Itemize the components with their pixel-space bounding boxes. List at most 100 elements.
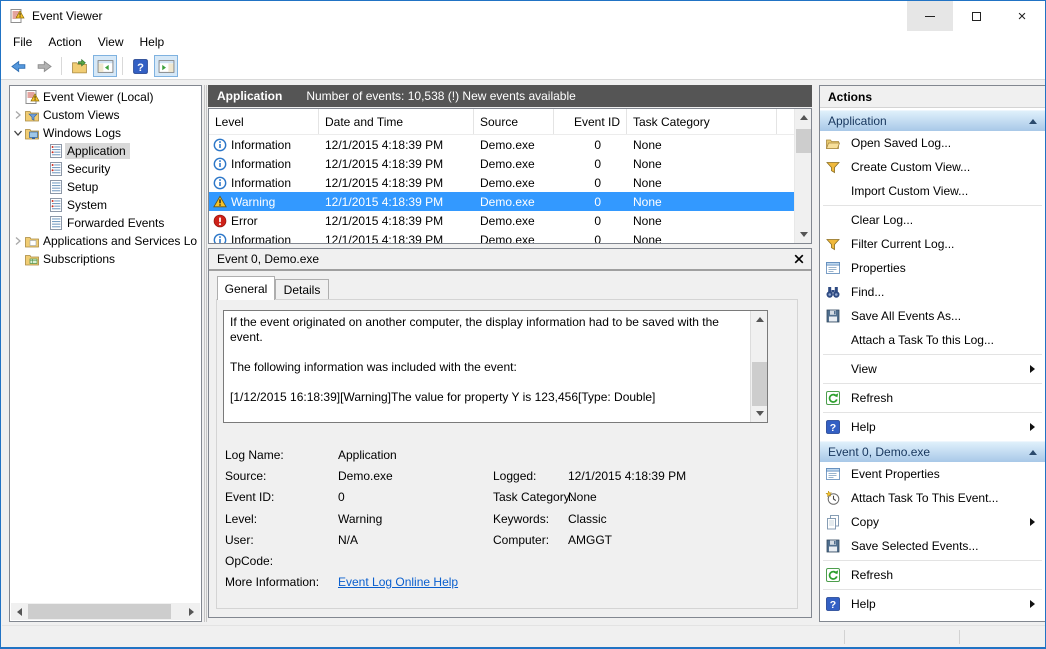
column-header-date-and-time[interactable]: Date and Time [319, 109, 474, 134]
tree-splitter[interactable] [204, 85, 207, 622]
toolbar-separator [61, 57, 62, 75]
detail-close-button[interactable] [787, 254, 811, 264]
column-header-event-id[interactable]: Event ID [554, 109, 627, 134]
help-icon: ? [132, 58, 149, 75]
action-properties[interactable]: Properties [820, 256, 1045, 280]
action-event-refresh[interactable]: Refresh [820, 563, 1045, 587]
scroll-down-icon[interactable] [751, 405, 768, 422]
action-event-properties[interactable]: Event Properties [820, 462, 1045, 486]
scrollbar-thumb[interactable] [752, 362, 767, 406]
tree-item-security[interactable]: Security [10, 160, 201, 178]
tab-general[interactable]: General [217, 276, 275, 300]
tree-item-setup[interactable]: Setup [10, 178, 201, 196]
toolbar: ? [1, 53, 1045, 80]
show-console-tree-button[interactable] [93, 55, 117, 77]
logged-value: 12/1/2015 4:18:39 PM [568, 469, 686, 483]
action-open-saved-log[interactable]: Open Saved Log... [820, 131, 1045, 155]
scroll-left-icon[interactable] [11, 603, 28, 620]
field-row: OpCode: [225, 554, 793, 570]
show-action-pane-button[interactable] [154, 55, 178, 77]
action-save-selected-events[interactable]: Save Selected Events... [820, 534, 1045, 558]
collapse-icon[interactable] [1029, 450, 1037, 455]
action-save-all-events-as[interactable]: Save All Events As... [820, 304, 1045, 328]
event-row[interactable]: Error 12/1/2015 4:18:39 PM Demo.exe 0 No… [209, 211, 794, 230]
menu-file[interactable]: File [5, 32, 40, 52]
information-icon [213, 233, 227, 244]
action-help[interactable]: ? Help [820, 415, 1045, 439]
actions-separator [823, 205, 1042, 206]
action-clear-log[interactable]: Clear Log... [820, 208, 1045, 232]
actions-section-application[interactable]: Application [820, 110, 1045, 131]
keywords-value: Classic [568, 512, 607, 526]
tab-details[interactable]: Details [275, 279, 329, 300]
action-filter-current-log[interactable]: Filter Current Log... [820, 232, 1045, 256]
action-pane-icon [158, 58, 175, 75]
field-row: Log Name: Application [225, 448, 793, 464]
help-button[interactable]: ? [128, 55, 152, 77]
column-header-level[interactable]: Level [209, 109, 319, 134]
event-log-online-help-link[interactable]: Event Log Online Help [338, 575, 458, 589]
event-detail-title: Event 0, Demo.exe [217, 252, 319, 266]
help-icon: ? [825, 596, 845, 612]
computer-label: Computer: [493, 533, 549, 547]
event-row[interactable]: Information 12/1/2015 4:18:39 PM Demo.ex… [209, 173, 794, 192]
action-create-custom-view[interactable]: Create Custom View... [820, 155, 1045, 179]
open-folder-icon [825, 135, 845, 151]
action-import-custom-view[interactable]: Import Custom View... [820, 179, 1045, 203]
scroll-up-icon[interactable] [795, 109, 812, 126]
warning-icon [213, 195, 227, 209]
menu-help[interactable]: Help [132, 32, 173, 52]
event-row-partial[interactable]: Information 12/1/2015 4:18:39 PM Demo.ex… [209, 230, 794, 243]
description-vertical-scrollbar[interactable] [750, 311, 767, 422]
column-header-source[interactable]: Source [474, 109, 554, 134]
action-view[interactable]: View [820, 357, 1045, 381]
action-find[interactable]: Find... [820, 280, 1045, 304]
maximize-button[interactable] [953, 1, 999, 31]
scroll-right-icon[interactable] [183, 603, 200, 620]
event-description-box[interactable]: If the event originated on another compu… [223, 310, 768, 423]
tree-item-subscriptions[interactable]: Subscriptions [10, 250, 201, 268]
chevron-down-icon[interactable] [12, 129, 24, 137]
forward-button[interactable] [32, 55, 56, 77]
tree-item-forwarded-events[interactable]: Forwarded Events [10, 214, 201, 232]
events-table-header: Level Date and Time Source Event ID Task… [209, 109, 794, 135]
field-row: Level: Warning Keywords: Classic [225, 512, 793, 528]
back-button[interactable] [6, 55, 30, 77]
actions-separator [823, 412, 1042, 413]
tree-item-event-viewer-local[interactable]: Event Viewer (Local) [10, 88, 201, 106]
action-copy[interactable]: Copy [820, 510, 1045, 534]
menu-view[interactable]: View [90, 32, 132, 52]
action-attach-task-to-event[interactable]: Attach Task To This Event... [820, 486, 1045, 510]
funnel-icon [825, 236, 845, 252]
action-event-help[interactable]: ? Help [820, 592, 1045, 616]
event-row[interactable]: Information 12/1/2015 4:18:39 PM Demo.ex… [209, 154, 794, 173]
collapse-icon[interactable] [1029, 119, 1037, 124]
tree-item-windows-logs[interactable]: Windows Logs [10, 124, 201, 142]
action-refresh[interactable]: Refresh [820, 386, 1045, 410]
tree-item-system[interactable]: System [10, 196, 201, 214]
chevron-right-icon[interactable] [12, 236, 24, 246]
scroll-down-icon[interactable] [795, 226, 812, 243]
event-row-selected[interactable]: Warning 12/1/2015 4:18:39 PM Demo.exe 0 … [209, 192, 794, 211]
column-header-task-category[interactable]: Task Category [627, 109, 777, 134]
scroll-up-icon[interactable] [751, 311, 768, 328]
close-button[interactable]: × [999, 1, 1045, 31]
action-attach-task-to-log[interactable]: Attach a Task To this Log... [820, 328, 1045, 352]
tree-horizontal-scrollbar[interactable] [11, 603, 200, 620]
chevron-right-icon[interactable] [12, 110, 24, 120]
menu-action[interactable]: Action [40, 32, 89, 52]
open-folder-icon [71, 58, 88, 75]
level-label: Level: [225, 512, 257, 526]
scrollbar-thumb[interactable] [28, 604, 171, 619]
tree-item-custom-views[interactable]: Custom Views [10, 106, 201, 124]
actions-section-event[interactable]: Event 0, Demo.exe [820, 441, 1045, 462]
event-detail-panel: Event 0, Demo.exe General Details If the… [208, 248, 812, 618]
minimize-button[interactable] [907, 1, 953, 31]
events-vertical-scrollbar[interactable] [794, 109, 811, 243]
tree-item-applications-and-services[interactable]: Applications and Services Lo [10, 232, 201, 250]
event-row[interactable]: Information 12/1/2015 4:18:39 PM Demo.ex… [209, 135, 794, 154]
tree-item-application[interactable]: Application [10, 142, 201, 160]
scrollbar-thumb[interactable] [796, 129, 811, 153]
export-button[interactable] [67, 55, 91, 77]
events-list-header: Application Number of events: 10,538 (!)… [208, 85, 812, 107]
